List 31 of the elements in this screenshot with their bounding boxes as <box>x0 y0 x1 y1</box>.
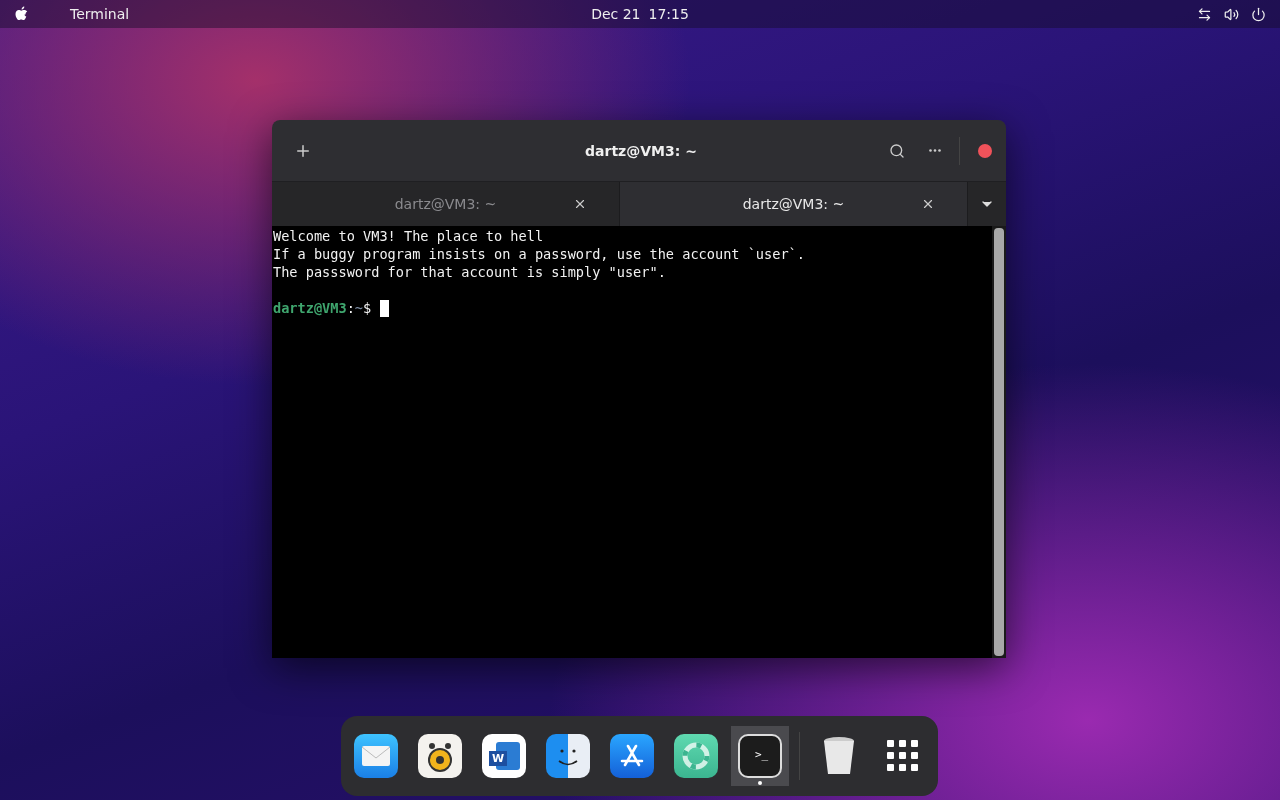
window-title: dartz@VM3: ~ <box>585 142 697 159</box>
apple-logo-icon[interactable] <box>14 6 28 22</box>
lifebuoy-app-icon[interactable] <box>674 734 718 778</box>
terminal-app-icon[interactable]: >_ <box>738 734 782 778</box>
close-button[interactable] <box>978 143 992 158</box>
prompt-path: ~ <box>354 299 364 317</box>
text-cursor <box>380 299 390 317</box>
close-icon <box>921 197 935 211</box>
terminal-tab[interactable]: dartz@VM3: ~ <box>620 182 968 226</box>
app-store-icon[interactable] <box>610 734 654 778</box>
terminal-output-line: Welcome to VM3! The place to hell <box>273 227 545 245</box>
prompt-symbol: $ <box>363 299 372 317</box>
terminal-output-line: If a buggy program insists on a password, use the account `user`. <box>273 245 806 263</box>
active-app-name[interactable]: Terminal <box>70 6 130 22</box>
smiling-face-app-icon[interactable] <box>546 734 590 778</box>
scrollbar-thumb[interactable] <box>994 228 1004 656</box>
network-icon[interactable] <box>1197 6 1212 22</box>
search-icon <box>889 142 905 159</box>
prompt-user-host: dartz@VM3 <box>273 299 347 317</box>
terminal-output-line: The passsword for that account is simply "user". <box>273 263 667 281</box>
more-icon <box>929 149 941 152</box>
prompt-separator: : <box>346 299 355 317</box>
close-icon <box>573 197 587 211</box>
word-app-icon[interactable]: W <box>482 734 526 778</box>
running-indicator-dot <box>758 781 762 785</box>
clock-text: 17:15 <box>648 6 689 22</box>
power-icon[interactable] <box>1251 6 1266 22</box>
volume-icon[interactable] <box>1224 6 1239 22</box>
date-text: Dec 21 <box>591 6 641 22</box>
mail-app-icon[interactable] <box>354 734 398 778</box>
speaker-app-icon[interactable] <box>418 734 462 778</box>
